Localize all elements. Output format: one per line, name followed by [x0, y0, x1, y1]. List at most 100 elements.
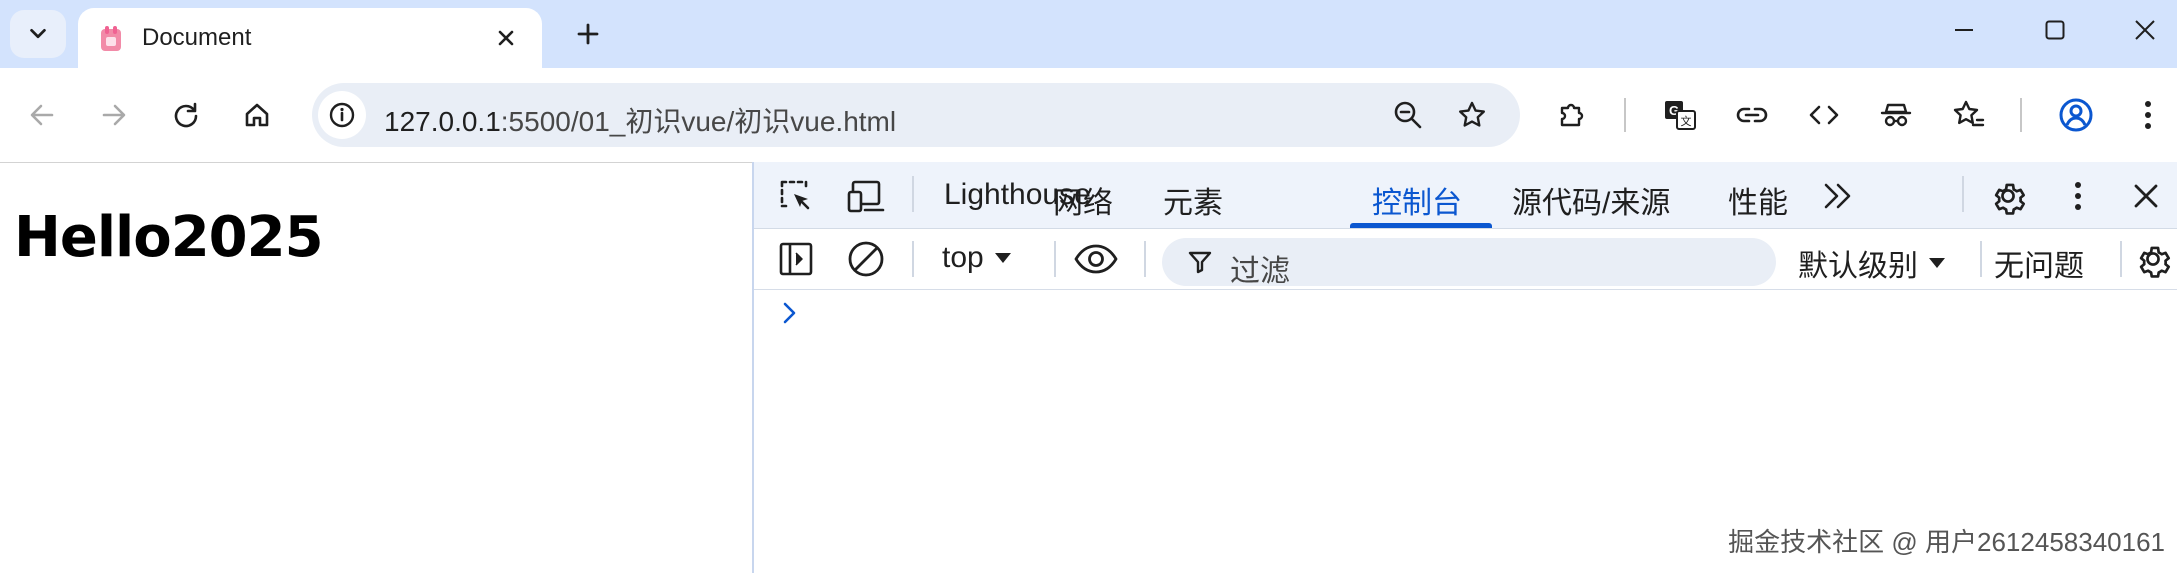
- device-toolbar-button[interactable]: [842, 172, 890, 220]
- close-window-button[interactable]: [2117, 8, 2173, 52]
- arrow-right-icon: [102, 104, 126, 126]
- reload-button[interactable]: [162, 91, 210, 139]
- caret-down-icon: [994, 253, 1011, 263]
- home-icon: [245, 103, 269, 127]
- tab-console[interactable]: 控制台: [1372, 178, 1462, 222]
- tab-network[interactable]: 网络: [1053, 178, 1113, 222]
- translate-button[interactable]: G文: [1656, 91, 1704, 139]
- incognito-button[interactable]: [1872, 91, 1920, 139]
- issues-counter[interactable]: 无问题: [1994, 241, 2084, 285]
- browser-toolbar: 127.0.0.1:5500/01_初识vue/初识vue.html G文: [0, 68, 2177, 162]
- close-icon: [498, 30, 514, 46]
- star-icon: [1459, 101, 1485, 127]
- log-levels-label: 默认级别: [1798, 250, 1918, 283]
- more-tabs-button[interactable]: [1814, 172, 1862, 220]
- more-vertical-icon: [2075, 182, 2081, 210]
- toolbar-separator: [1144, 241, 1146, 277]
- clear-console-button[interactable]: [842, 235, 890, 283]
- star-list-icon: [1953, 100, 1985, 127]
- minimize-icon: [1955, 29, 1973, 31]
- browser-tab[interactable]: Document: [78, 8, 542, 68]
- active-tab-indicator: [1350, 223, 1492, 228]
- tab-performance[interactable]: 性能: [1728, 178, 1788, 222]
- device-icon: [847, 180, 885, 213]
- tab-separator: [1962, 176, 1964, 212]
- close-icon: [2134, 184, 2158, 208]
- log-levels-dropdown[interactable]: 默认级别: [1798, 241, 1946, 285]
- extensions-button[interactable]: [1548, 91, 1596, 139]
- view-source-button[interactable]: [1800, 91, 1848, 139]
- reload-icon: [174, 102, 198, 128]
- live-expression-button[interactable]: [1072, 235, 1120, 283]
- console-prompt-chevron-icon: [783, 302, 796, 324]
- back-button[interactable]: [18, 91, 66, 139]
- browser-menu-button[interactable]: [2124, 91, 2172, 139]
- chevron-down-icon: [30, 28, 46, 39]
- url-text[interactable]: 127.0.0.1:5500/01_初识vue/初识vue.html: [384, 100, 896, 140]
- url-path: :5500/01_初识vue/初识vue.html: [500, 106, 897, 137]
- console-settings-button[interactable]: [2129, 235, 2177, 283]
- code-icon: [1809, 105, 1839, 125]
- devtools-tab-bar: Lighthouse 网络 元素 控制台 源代码/来源 性能: [754, 162, 2177, 229]
- bookmarks-button[interactable]: [1944, 91, 1992, 139]
- toolbar-separator: [2120, 241, 2122, 277]
- toolbar-separator: [912, 241, 914, 277]
- copy-link-button[interactable]: [1728, 91, 1776, 139]
- profile-icon: [2059, 98, 2093, 132]
- maximize-button[interactable]: [2027, 8, 2083, 52]
- block-icon: [848, 241, 884, 277]
- context-value: top: [942, 241, 984, 274]
- devtools-settings-button[interactable]: [1984, 172, 2032, 220]
- link-icon: [1736, 107, 1768, 123]
- arrow-left-icon: [30, 104, 54, 126]
- bookmark-button[interactable]: [1448, 91, 1496, 139]
- home-button[interactable]: [233, 91, 281, 139]
- filter-placeholder: 过滤: [1230, 255, 1290, 288]
- context-selector[interactable]: top: [942, 241, 1012, 275]
- inspect-element-button[interactable]: [772, 172, 820, 220]
- zoom-button[interactable]: [1384, 91, 1432, 139]
- toolbar-separator: [1624, 98, 1626, 132]
- close-icon: [2135, 20, 2155, 40]
- favicon-icon: [101, 26, 121, 51]
- translate-icon: G文: [1665, 101, 1696, 130]
- page-viewport: Hello2025: [0, 162, 752, 574]
- filter-icon: [1188, 251, 1212, 274]
- tab-title: Document: [142, 24, 252, 51]
- site-info-button[interactable]: [318, 91, 366, 139]
- sidebar-toggle-button[interactable]: [772, 235, 820, 283]
- inspect-icon: [780, 180, 810, 210]
- devtools-menu-button[interactable]: [2054, 172, 2102, 220]
- page-heading: Hello2025: [14, 205, 324, 270]
- console-filter-input[interactable]: 过滤: [1162, 238, 1776, 288]
- toolbar-separator: [1054, 241, 1056, 277]
- profile-button[interactable]: [2052, 91, 2100, 139]
- devtools-panel: Lighthouse 网络 元素 控制台 源代码/来源 性能 top 过滤 默认…: [752, 162, 2177, 573]
- sidebar-icon: [779, 242, 813, 276]
- eye-icon: [1074, 244, 1118, 274]
- watermark-text: 掘金技术社区 @ 用户2612458340161: [1728, 527, 2165, 557]
- zoom-out-icon: [1394, 101, 1422, 129]
- console-toolbar: top 过滤 默认级别 无问题: [754, 229, 2177, 290]
- toolbar-separator: [1980, 241, 1982, 277]
- new-tab-button[interactable]: [566, 12, 610, 56]
- tab-close-button[interactable]: [490, 22, 522, 54]
- tab-search-button[interactable]: [10, 10, 66, 58]
- toolbar-separator: [2020, 98, 2022, 132]
- tab-elements[interactable]: 元素: [1163, 178, 1223, 222]
- minimize-button[interactable]: [1936, 8, 1992, 52]
- maximize-icon: [2045, 20, 2065, 40]
- tab-sources[interactable]: 源代码/来源: [1512, 178, 1670, 222]
- tab-separator: [912, 176, 914, 212]
- forward-button[interactable]: [90, 91, 138, 139]
- tab-strip: Document: [0, 0, 2177, 68]
- info-icon: [329, 102, 355, 128]
- devtools-close-button[interactable]: [2122, 172, 2170, 220]
- incognito-icon: [1880, 103, 1912, 127]
- caret-down-icon: [1929, 258, 1945, 268]
- plus-icon: [577, 23, 599, 45]
- url-host: 127.0.0.1: [384, 106, 501, 137]
- more-vertical-icon: [2145, 101, 2151, 129]
- address-bar[interactable]: 127.0.0.1:5500/01_初识vue/初识vue.html: [312, 83, 1520, 147]
- svg-text:文: 文: [1681, 114, 1692, 128]
